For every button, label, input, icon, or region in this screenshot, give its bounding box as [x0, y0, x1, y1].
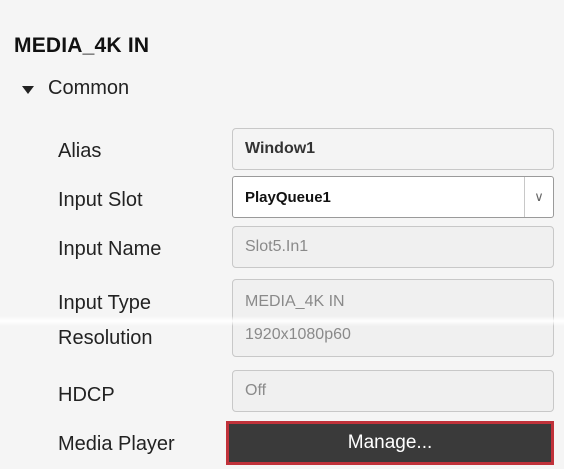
properties-panel: MEDIA_4K IN Common Alias Window1 Input S… — [0, 0, 564, 469]
screen-glare — [0, 316, 564, 326]
media-player-label: Media Player — [58, 433, 175, 455]
input-name-label: Input Name — [58, 238, 162, 260]
resolution-value: 1920x1080p60 — [245, 326, 351, 343]
input-name-field: Slot5.In1 — [232, 226, 554, 268]
resolution-label: Resolution — [58, 327, 153, 349]
input-slot-label: Input Slot — [58, 189, 143, 211]
hdcp-field: Off — [232, 370, 554, 412]
triangle-down-icon[interactable] — [22, 85, 34, 94]
input-slot-select[interactable]: PlayQueue1 ∨ — [232, 176, 554, 218]
hdcp-value: Off — [245, 382, 267, 399]
section-label: Common — [48, 77, 130, 99]
manage-button[interactable]: Manage... — [226, 421, 554, 465]
alias-label: Alias — [58, 140, 102, 162]
input-name-value: Slot5.In1 — [245, 238, 309, 255]
input-slot-value: PlayQueue1 — [245, 188, 331, 206]
alias-value: Window1 — [245, 140, 316, 157]
input-type-label: Input Type — [58, 292, 152, 314]
alias-field[interactable]: Window1 — [232, 128, 554, 170]
panel-title: MEDIA_4K IN — [14, 34, 150, 57]
hdcp-label: HDCP — [58, 384, 115, 406]
input-type-value: MEDIA_4K IN — [245, 293, 345, 310]
section-common[interactable]: Common — [22, 77, 129, 100]
chevron-down-icon[interactable]: ∨ — [524, 177, 553, 217]
